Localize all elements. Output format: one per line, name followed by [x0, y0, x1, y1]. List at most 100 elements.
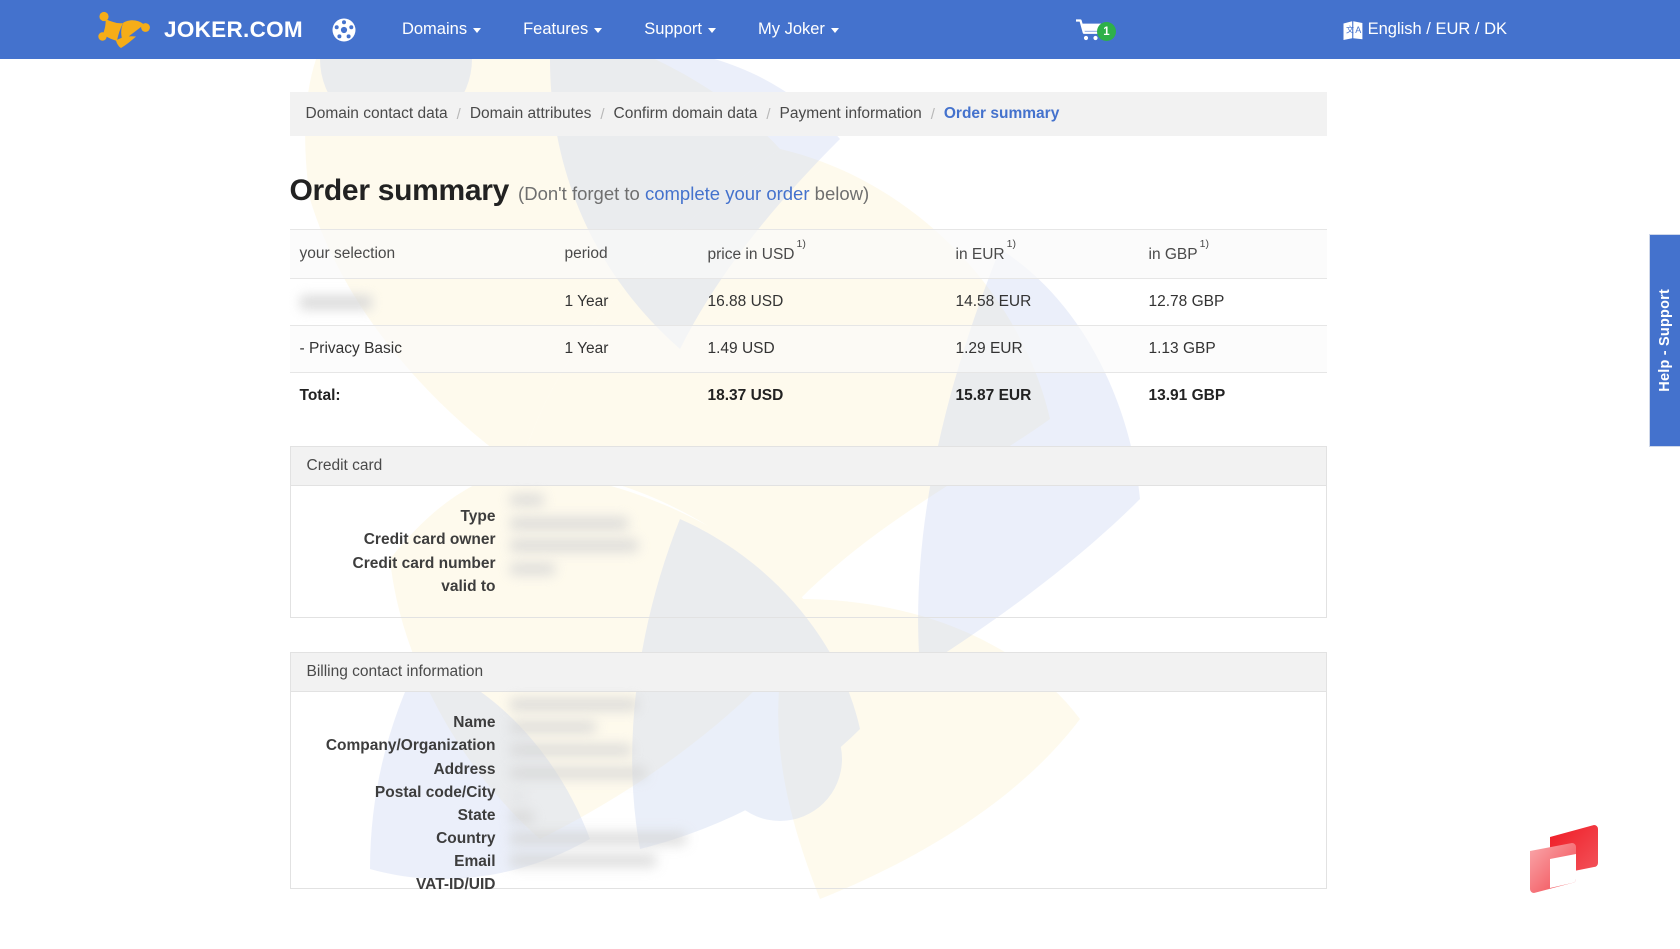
breadcrumb-step-domain-contact-data[interactable]: Domain contact data [306, 105, 448, 123]
credit-card-panel: Credit card Type Credit card owner Credi… [289, 446, 1327, 619]
nav-item-domains[interactable]: Domains [381, 14, 502, 45]
column-header-period: period [554, 228, 698, 280]
billing-panel-heading: Billing contact information [290, 653, 1326, 693]
breadcrumb-separator: / [766, 105, 771, 123]
table-total-row: Total: 18.37 USD 15.87 EUR 13.91 GBP [290, 373, 1327, 420]
footnote-marker: 1) [1199, 238, 1209, 251]
column-label: in GBP [1148, 246, 1198, 264]
subtitle-suffix: below) [814, 183, 870, 204]
table-row: - Privacy Basic 1 Year 1.49 USD 1.29 EUR… [289, 325, 1327, 374]
field-row-state: State [291, 804, 1326, 827]
field-label: Postal code/City [374, 783, 496, 801]
field-label: valid to [441, 577, 496, 595]
dashboard-gauge-icon[interactable] [331, 17, 357, 43]
cell-period: 1 Year [554, 325, 698, 374]
cell-price-usd: 16.88 USD [697, 278, 946, 327]
field-row-credit-card-number: Credit card number [291, 552, 1326, 575]
language-currency-selector[interactable]: 文 A English / EUR / DK [1342, 19, 1507, 41]
chevron-down-icon [473, 28, 482, 33]
billing-panel-body: Name Company/Organization Address Postal… [291, 692, 1326, 893]
redacted-domain-name [299, 294, 372, 310]
cell-price-usd: 1.49 USD [697, 325, 946, 374]
field-label: VAT-ID/UID [415, 876, 496, 894]
cell-selection [289, 278, 555, 327]
column-label: your selection [299, 245, 396, 263]
field-row-country: Country [291, 827, 1326, 850]
nav-label: Support [644, 20, 702, 38]
help-support-label: Help - Support [1657, 289, 1673, 392]
cell-price-gbp: 12.78 GBP [1138, 278, 1327, 327]
complete-your-order-link[interactable]: complete your order [645, 183, 810, 204]
chevron-down-icon [594, 28, 603, 33]
cell-price-eur: 1.29 EUR [945, 325, 1139, 374]
field-label: Country [436, 830, 496, 848]
field-row-company-organization: Company/Organization [291, 734, 1326, 757]
credit-card-panel-body: Type Credit card owner Credit card numbe… [291, 486, 1326, 617]
table-row: 1 Year 16.88 USD 14.58 EUR 12.78 GBP [289, 278, 1327, 327]
help-support-tab[interactable]: Help - Support [1649, 234, 1680, 447]
nav-item-my-joker[interactable]: My Joker [737, 14, 860, 45]
field-label: Credit card owner [363, 531, 496, 549]
language-label: English / EUR / DK [1367, 20, 1507, 38]
field-row-email: Email [291, 850, 1326, 873]
column-label: price in USD [707, 246, 795, 264]
field-row-credit-card-owner: Credit card owner [291, 528, 1326, 551]
chevron-down-icon [830, 28, 839, 33]
nav-label: Features [523, 20, 589, 38]
field-label: Name [453, 714, 496, 732]
cell-total-usd: 18.37 USD [707, 387, 784, 405]
field-row-valid-to: valid to [291, 575, 1326, 598]
nav-item-features[interactable]: Features [502, 14, 623, 45]
footnote-marker: 1) [1006, 238, 1016, 251]
field-label: Address [433, 760, 496, 778]
field-row-vat-id-uid: VAT-ID/UID [291, 873, 1326, 896]
breadcrumb-step-domain-attributes[interactable]: Domain attributes [470, 105, 591, 123]
chevron-down-icon [708, 28, 716, 33]
column-label: in EUR [955, 246, 1005, 264]
page-content: Domain contact data / Domain attributes … [288, 92, 1393, 893]
order-summary-table: your selection period price in USD1) in … [289, 228, 1327, 420]
breadcrumb-separator: / [930, 105, 935, 123]
cell-total-gbp: 13.91 GBP [1148, 387, 1226, 405]
breadcrumb-separator: / [600, 105, 605, 123]
main-nav: Domains Features Support My Joker [381, 14, 860, 45]
column-header-price-usd: price in USD1) [697, 228, 946, 280]
cell-price-eur: 14.58 EUR [945, 278, 1139, 327]
field-label: Credit card number [352, 554, 496, 572]
jester-hat-icon [98, 11, 150, 48]
breadcrumb-step-order-summary: Order summary [943, 105, 1060, 122]
nav-label: Domains [401, 20, 468, 38]
cell-period: 1 Year [554, 278, 698, 327]
cart-button[interactable]: 1 [1075, 18, 1116, 41]
page-title-row: Order summary (Don't forget to complete … [290, 174, 1393, 208]
svg-text:文: 文 [1346, 24, 1354, 34]
red-parallelogram-logo[interactable] [1520, 817, 1612, 902]
column-header-price-gbp: in GBP1) [1138, 228, 1327, 280]
brand-name: JOKER.COM [164, 16, 303, 42]
brand-logo-link[interactable]: JOKER.COM [96, 10, 303, 50]
breadcrumb-step-confirm-domain-data[interactable]: Confirm domain data [614, 105, 758, 123]
page-subtitle: (Don't forget to complete your order bel… [518, 183, 869, 205]
nav-label: My Joker [758, 20, 825, 38]
cell-total-label: Total: [299, 387, 341, 405]
table-header-row: your selection period price in USD1) in … [289, 228, 1327, 280]
nav-item-support[interactable]: Support [623, 14, 737, 45]
breadcrumb-step-payment-information[interactable]: Payment information [780, 105, 922, 123]
page-title: Order summary [289, 174, 510, 207]
svg-text:A: A [1355, 25, 1361, 35]
field-label: Email [454, 853, 496, 871]
credit-card-panel-heading: Credit card [290, 447, 1326, 487]
cart-count-badge: 1 [1096, 22, 1116, 41]
field-label: Type [460, 508, 496, 526]
field-row-address: Address [291, 758, 1326, 781]
field-row-type: Type [291, 505, 1326, 528]
cell-price-gbp: 1.13 GBP [1138, 325, 1327, 374]
cell-selection: - Privacy Basic [289, 325, 555, 374]
breadcrumb-separator: / [456, 105, 461, 123]
footnote-marker: 1) [796, 238, 806, 251]
page-body: Domain contact data / Domain attributes … [0, 59, 1680, 949]
column-label: period [564, 245, 608, 263]
field-label: State [457, 806, 496, 824]
field-label: Company/Organization [325, 737, 496, 755]
billing-contact-panel: Billing contact information Name Company… [289, 652, 1327, 893]
